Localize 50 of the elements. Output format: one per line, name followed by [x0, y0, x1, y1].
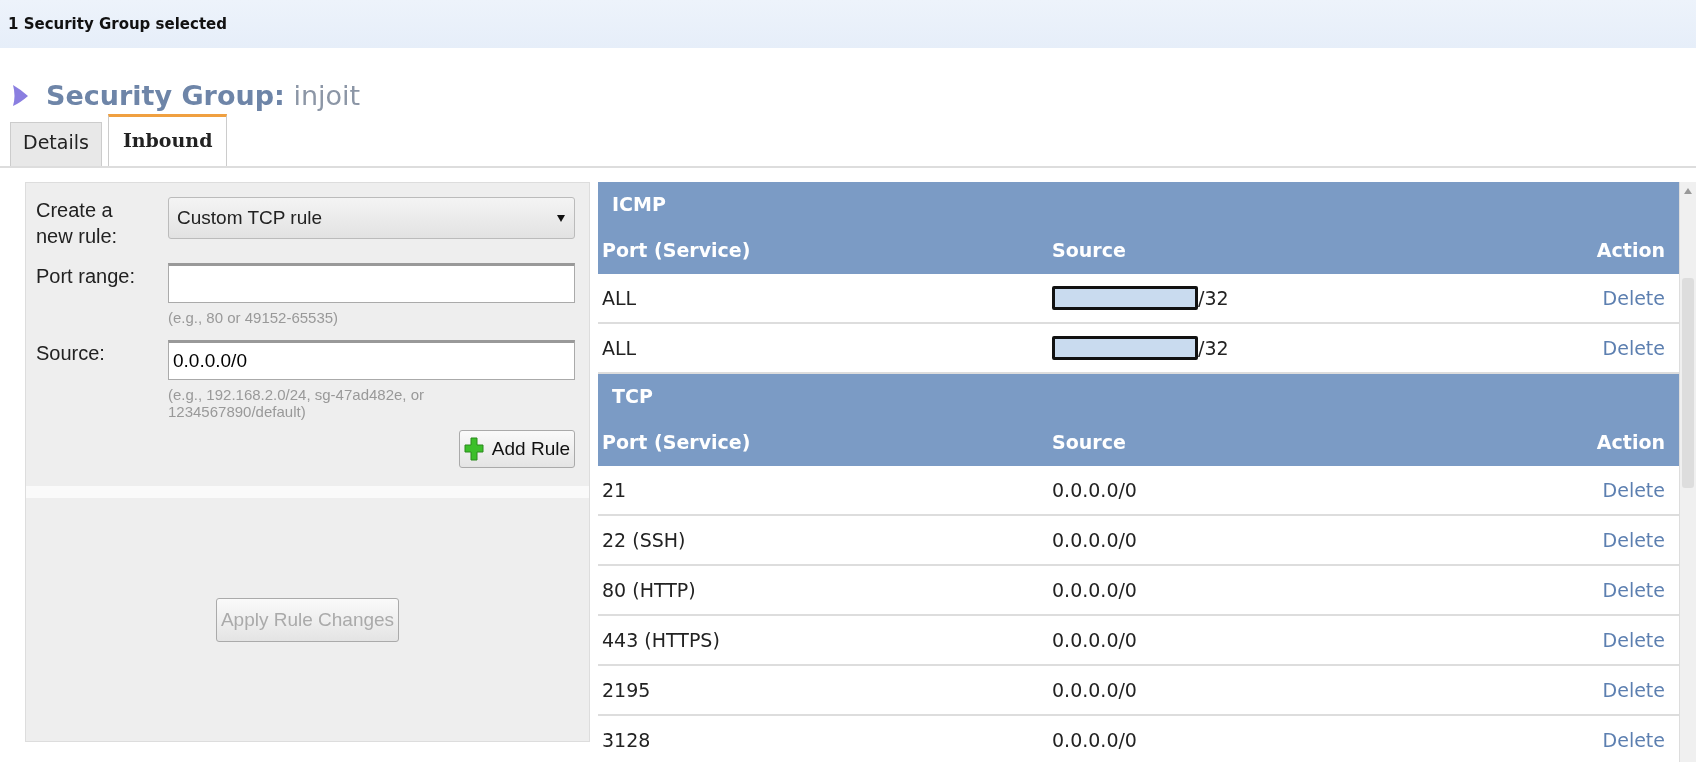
table-cell-text: 21 — [602, 479, 628, 501]
column-header: Port (Service) — [602, 239, 752, 261]
port-range-field[interactable] — [168, 263, 575, 303]
scrollbar[interactable] — [1679, 182, 1696, 762]
column-header: Action — [1595, 431, 1665, 453]
rule-type-dropdown[interactable]: Custom TCP rule — [168, 197, 575, 239]
protocol-label: TCP — [611, 384, 654, 409]
column-header: Action — [1595, 239, 1665, 261]
plus-icon — [463, 437, 484, 461]
scroll-up-icon[interactable] — [1684, 188, 1692, 194]
table-cell: 0.0.0.0/0 — [1052, 679, 1137, 701]
table-cell-text: 80 (HTTP) — [602, 579, 697, 601]
tab[interactable]: Details — [10, 122, 102, 166]
table-cell: 0.0.0.0/0 — [1052, 629, 1137, 651]
table-cell-text: ALL — [602, 337, 638, 359]
source-field[interactable]: 0.0.0.0/0 — [168, 340, 575, 380]
table-cell: 0.0.0.0/0 — [1052, 529, 1137, 551]
table-cell-text: 22 (SSH) — [602, 529, 687, 551]
delete-link[interactable]: Delete — [1575, 337, 1665, 359]
table-cell-text: ALL — [602, 287, 638, 309]
delete-link[interactable]: Delete — [1575, 579, 1665, 601]
hint-text: (e.g., 192.168.2.0/24, sg-47ad482e, or 1234567890/default) — [168, 386, 426, 420]
delete-link[interactable]: Delete — [1575, 287, 1665, 309]
table-cell: /32 — [1198, 287, 1229, 309]
field-label: Port range: — [36, 264, 136, 289]
page-title: Security Group: injoit — [46, 79, 361, 111]
table-cell-text: 3128 — [602, 729, 652, 751]
table-cell: /32 — [1198, 337, 1229, 359]
field-label: Create a new rule: — [36, 198, 119, 249]
add-rule-button[interactable]: Add Rule — [458, 430, 575, 468]
field-label: Source: — [36, 341, 106, 366]
table-cell-text: 443 (HTTPS) — [602, 629, 721, 651]
table-cell-text: 2195 — [602, 679, 652, 701]
caret-icon — [556, 213, 566, 223]
column-header: Port (Service) — [602, 431, 752, 453]
hint-text: (e.g., 80 or 49152-65535) — [168, 309, 340, 326]
tab[interactable]: Inbound — [107, 114, 228, 166]
delete-link[interactable]: Delete — [1575, 679, 1665, 701]
table-cell: 0.0.0.0/0 — [1052, 479, 1137, 501]
chevron-icon — [10, 83, 30, 107]
delete-link[interactable]: Delete — [1575, 479, 1665, 501]
delete-link[interactable]: Delete — [1575, 629, 1665, 651]
delete-link[interactable]: Delete — [1575, 729, 1665, 751]
table-cell: 0.0.0.0/0 — [1052, 729, 1137, 751]
column-header: Source — [1052, 431, 1127, 453]
column-header: Source — [1052, 239, 1127, 261]
selection-count: 1 Security Group selected — [8, 15, 227, 33]
protocol-label: ICMP — [611, 192, 667, 217]
table-cell: 0.0.0.0/0 — [1052, 579, 1137, 601]
delete-link[interactable]: Delete — [1575, 529, 1665, 551]
